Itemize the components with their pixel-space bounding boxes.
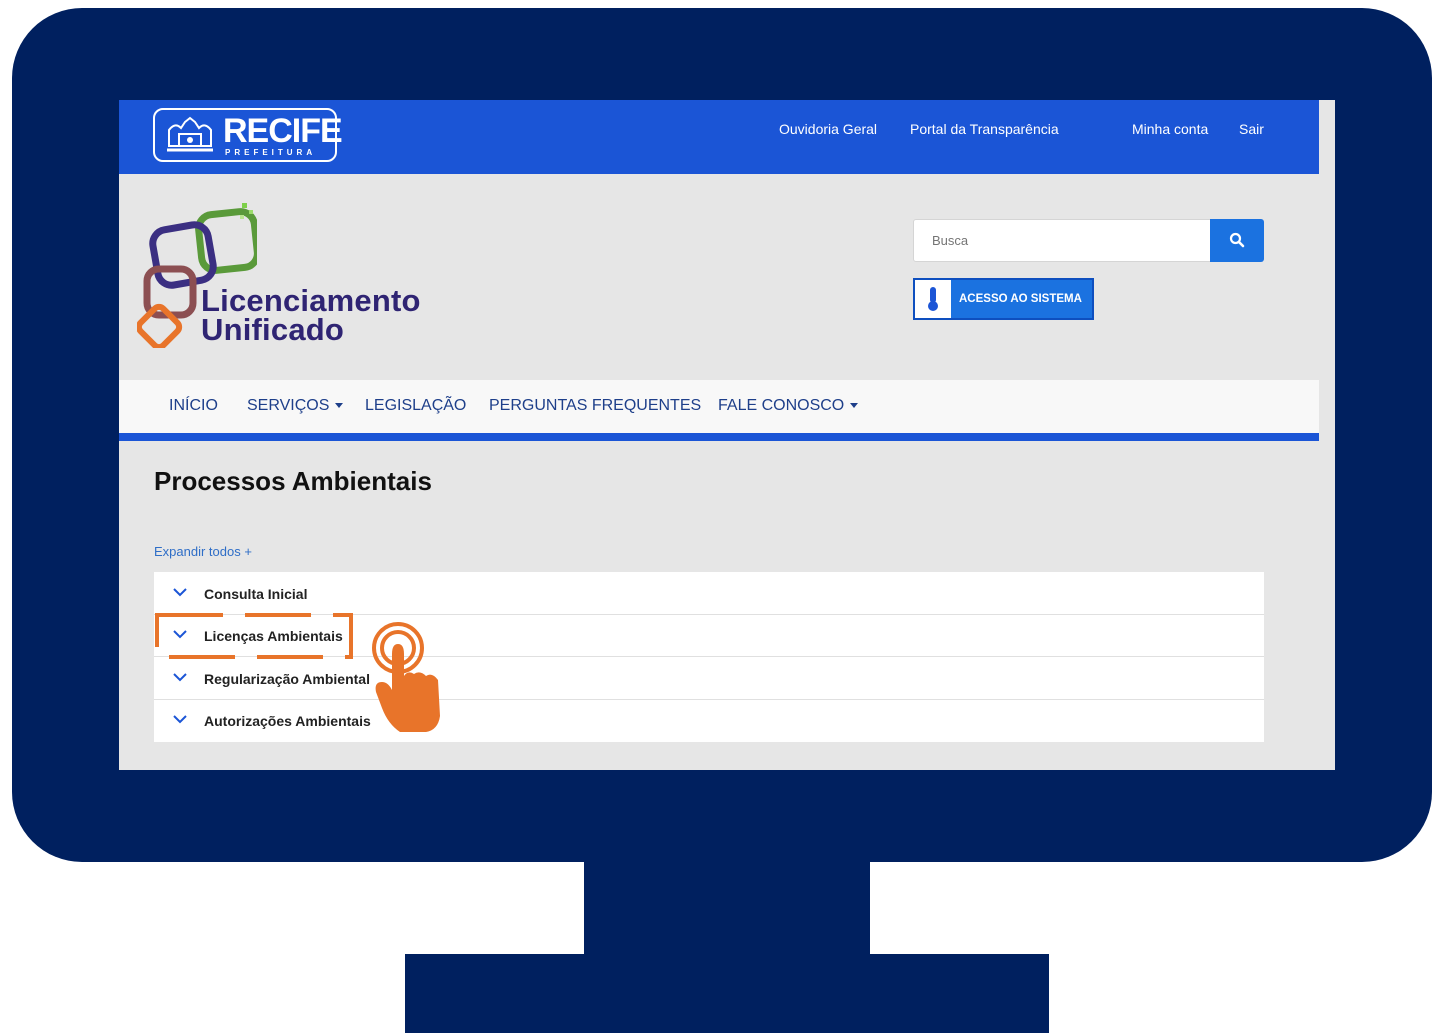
nav-perguntas-frequentes[interactable]: PERGUNTAS FREQUENTES	[489, 397, 701, 415]
link-ouvidoria-geral[interactable]: Ouvidoria Geral	[779, 121, 877, 137]
link-portal-transparencia[interactable]: Portal da Transparência	[910, 121, 1059, 137]
nav-servicos-label: SERVIÇOS	[247, 397, 330, 414]
browser-screen: RECIFE PREFEITURA Ouvidoria Geral Portal…	[119, 100, 1335, 770]
accordion-item-regularizacao-ambiental[interactable]: Regularização Ambiental	[154, 657, 1264, 700]
accordion-item-autorizacoes-ambientais[interactable]: Autorizações Ambientais	[154, 699, 1264, 741]
expand-all-link[interactable]: Expandir todos +	[154, 544, 252, 559]
page-title: Processos Ambientais	[154, 466, 432, 496]
link-sair[interactable]: Sair	[1239, 121, 1264, 137]
pointing-hand-icon	[372, 622, 440, 732]
search-button[interactable]	[1210, 219, 1264, 262]
brand-title-line1: Licenciamento	[201, 283, 421, 318]
access-system-label: ACESSO AO SISTEMA	[959, 293, 1082, 305]
brand-title-line2: Unificado	[201, 312, 345, 347]
monitor-base	[405, 954, 1049, 1033]
chevron-down-icon	[173, 588, 187, 597]
nav-servicos[interactable]: SERVIÇOS	[247, 397, 344, 415]
access-system-button[interactable]: ACESSO AO SISTEMA	[913, 278, 1094, 320]
brand-title: Licenciamento Unificado	[201, 283, 421, 347]
link-minha-conta[interactable]: Minha conta	[1132, 121, 1208, 137]
accordion-item-consulta-inicial[interactable]: Consulta Inicial	[154, 572, 1264, 615]
chevron-down-icon	[173, 673, 187, 682]
search-icon	[1229, 232, 1245, 248]
caret-down-icon	[850, 403, 859, 409]
accordion-label: Consulta Inicial	[204, 586, 308, 602]
nav-fale-conosco-label: FALE CONOSCO	[718, 397, 845, 414]
search-input[interactable]	[913, 219, 1211, 262]
thermometer-icon	[928, 287, 938, 311]
monitor-neck	[584, 862, 870, 954]
caret-down-icon	[335, 403, 344, 409]
top-header-bar: RECIFE PREFEITURA Ouvidoria Geral Portal…	[119, 100, 1319, 174]
recife-logo-text: RECIFE	[223, 112, 343, 150]
recife-logo[interactable]: RECIFE PREFEITURA	[153, 108, 343, 162]
nav-inicio[interactable]: INÍCIO	[169, 397, 218, 415]
coat-of-arms-icon	[167, 116, 213, 152]
access-icon-box	[915, 280, 951, 318]
nav-legislacao[interactable]: LEGISLAÇÃO	[365, 397, 466, 415]
recife-logo-subtext: PREFEITURA	[225, 148, 317, 157]
accordion-label: Regularização Ambiental	[204, 671, 370, 687]
chevron-down-icon	[173, 715, 187, 724]
highlight-dashed-frame	[155, 613, 353, 659]
main-nav: INÍCIO SERVIÇOS LEGISLAÇÃO PERGUNTAS FRE…	[119, 380, 1319, 441]
nav-fale-conosco[interactable]: FALE CONOSCO	[718, 397, 859, 415]
accordion-label: Autorizações Ambientais	[204, 713, 371, 729]
